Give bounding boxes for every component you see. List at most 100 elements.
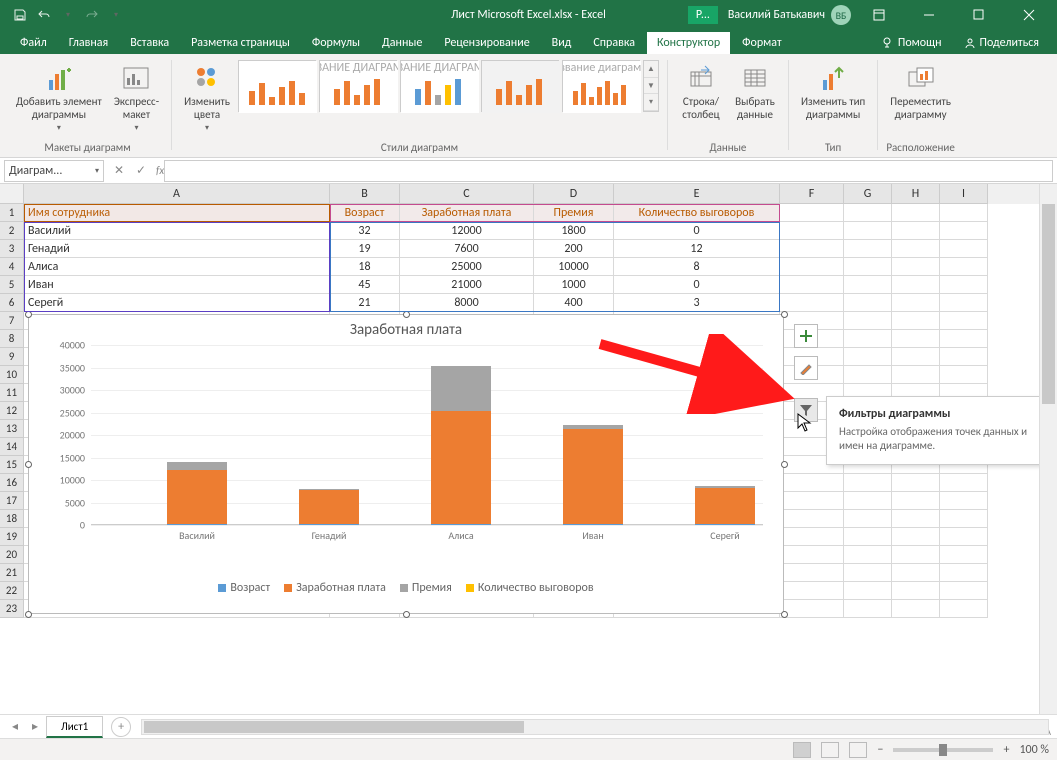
row-header[interactable]: 23 bbox=[0, 600, 24, 618]
cell[interactable] bbox=[844, 312, 892, 330]
column-header[interactable]: I bbox=[940, 184, 988, 204]
cell[interactable]: Заработная плата bbox=[400, 204, 534, 222]
cell[interactable] bbox=[780, 240, 844, 258]
cell[interactable] bbox=[844, 330, 892, 348]
cell[interactable]: 200 bbox=[534, 240, 614, 258]
cell[interactable] bbox=[844, 222, 892, 240]
pagebreak-view-button[interactable] bbox=[849, 742, 867, 758]
row-header[interactable]: 18 bbox=[0, 510, 24, 528]
column-header[interactable]: H bbox=[892, 184, 940, 204]
chart-title[interactable]: Заработная плата bbox=[29, 315, 783, 345]
cell[interactable] bbox=[892, 330, 940, 348]
cell[interactable] bbox=[892, 546, 940, 564]
cell[interactable] bbox=[844, 258, 892, 276]
row-header[interactable]: 20 bbox=[0, 546, 24, 564]
cell[interactable] bbox=[892, 582, 940, 600]
save-icon[interactable] bbox=[10, 5, 30, 25]
chart-handle[interactable] bbox=[781, 461, 788, 468]
row-header[interactable]: 2 bbox=[0, 222, 24, 240]
cell[interactable]: 19 bbox=[330, 240, 400, 258]
name-box[interactable]: Диаграм...▾ bbox=[4, 160, 104, 182]
cell[interactable] bbox=[892, 600, 940, 618]
cell[interactable]: Количество выговоров bbox=[614, 204, 780, 222]
cell[interactable]: 12 bbox=[614, 240, 780, 258]
cell[interactable]: 1800 bbox=[534, 222, 614, 240]
row-header[interactable]: 21 bbox=[0, 564, 24, 582]
cell[interactable]: 400 bbox=[534, 294, 614, 312]
cell[interactable] bbox=[844, 492, 892, 510]
cell[interactable] bbox=[892, 258, 940, 276]
column-header[interactable]: F bbox=[780, 184, 844, 204]
zoom-slider[interactable] bbox=[893, 748, 993, 752]
chart-handle[interactable] bbox=[25, 461, 32, 468]
cell[interactable] bbox=[892, 366, 940, 384]
row-header[interactable]: 13 bbox=[0, 420, 24, 438]
chart-styles-gallery[interactable]: НАЗВАНИЕ ДИАГРАММЫ НАЗВАНИЕ ДИАГРАММЫ На… bbox=[238, 60, 659, 112]
row-header[interactable]: 7 bbox=[0, 312, 24, 330]
cell[interactable] bbox=[844, 240, 892, 258]
cell[interactable]: Серегй bbox=[24, 294, 330, 312]
switch-row-column-button[interactable]: Строка/ столбец bbox=[676, 60, 726, 123]
cell[interactable] bbox=[892, 222, 940, 240]
cell[interactable] bbox=[940, 366, 988, 384]
qat-customize[interactable]: ▾ bbox=[106, 5, 126, 25]
chart-legend[interactable]: ВозрастЗаработная платаПремияКоличество … bbox=[29, 555, 783, 595]
column-header[interactable]: A bbox=[24, 184, 330, 204]
cell[interactable] bbox=[940, 294, 988, 312]
cell[interactable] bbox=[844, 528, 892, 546]
cell[interactable] bbox=[892, 528, 940, 546]
cell[interactable]: Иван bbox=[24, 276, 330, 294]
tab-insert[interactable]: Вставка bbox=[120, 32, 179, 54]
cell[interactable] bbox=[780, 474, 844, 492]
row-header[interactable]: 11 bbox=[0, 384, 24, 402]
horizontal-scrollbar[interactable] bbox=[141, 719, 1049, 735]
column-header[interactable]: B bbox=[330, 184, 400, 204]
cell[interactable]: 8 bbox=[614, 258, 780, 276]
cell[interactable] bbox=[780, 222, 844, 240]
zoom-in-button[interactable]: + bbox=[1003, 743, 1009, 757]
chart-style-4[interactable] bbox=[481, 60, 559, 112]
share-button[interactable]: Поделиться bbox=[954, 32, 1049, 54]
zoom-level[interactable]: 100 % bbox=[1019, 743, 1049, 757]
cell[interactable] bbox=[940, 582, 988, 600]
chart-handle[interactable] bbox=[25, 311, 32, 318]
cell[interactable] bbox=[844, 582, 892, 600]
chart-styles-button[interactable] bbox=[794, 356, 818, 380]
cell[interactable] bbox=[780, 204, 844, 222]
cell[interactable]: Алиса bbox=[24, 258, 330, 276]
minimize-button[interactable] bbox=[907, 0, 951, 30]
cell[interactable] bbox=[844, 294, 892, 312]
cell[interactable]: Возраст bbox=[330, 204, 400, 222]
cell[interactable] bbox=[780, 600, 844, 618]
user-name[interactable]: Василий Батькавич bbox=[728, 8, 825, 22]
row-header[interactable]: 5 bbox=[0, 276, 24, 294]
cell[interactable]: 3 bbox=[614, 294, 780, 312]
cell[interactable]: 0 bbox=[614, 276, 780, 294]
cell[interactable] bbox=[844, 204, 892, 222]
cell[interactable] bbox=[940, 222, 988, 240]
row-header[interactable]: 12 bbox=[0, 402, 24, 420]
cell[interactable]: Василий bbox=[24, 222, 330, 240]
cell[interactable] bbox=[940, 276, 988, 294]
select-data-button[interactable]: Выбрать данные bbox=[730, 60, 780, 123]
row-header[interactable]: 10 bbox=[0, 366, 24, 384]
chart-elements-button[interactable] bbox=[794, 324, 818, 348]
cell[interactable]: 12000 bbox=[400, 222, 534, 240]
chart-handle[interactable] bbox=[403, 311, 410, 318]
new-sheet-button[interactable]: + bbox=[111, 717, 131, 737]
cell[interactable]: Имя сотрудника bbox=[24, 204, 330, 222]
cell[interactable]: 21000 bbox=[400, 276, 534, 294]
cell[interactable] bbox=[892, 348, 940, 366]
close-button[interactable] bbox=[1007, 0, 1051, 30]
chart-style-1[interactable] bbox=[238, 60, 316, 112]
cell[interactable] bbox=[780, 528, 844, 546]
cell[interactable] bbox=[940, 474, 988, 492]
cell[interactable] bbox=[780, 294, 844, 312]
cell[interactable] bbox=[892, 312, 940, 330]
cell[interactable] bbox=[892, 204, 940, 222]
cell[interactable] bbox=[940, 348, 988, 366]
sheet-tab-1[interactable]: Лист1 bbox=[46, 716, 103, 738]
cell[interactable] bbox=[892, 240, 940, 258]
cell[interactable] bbox=[940, 600, 988, 618]
cell[interactable] bbox=[780, 492, 844, 510]
